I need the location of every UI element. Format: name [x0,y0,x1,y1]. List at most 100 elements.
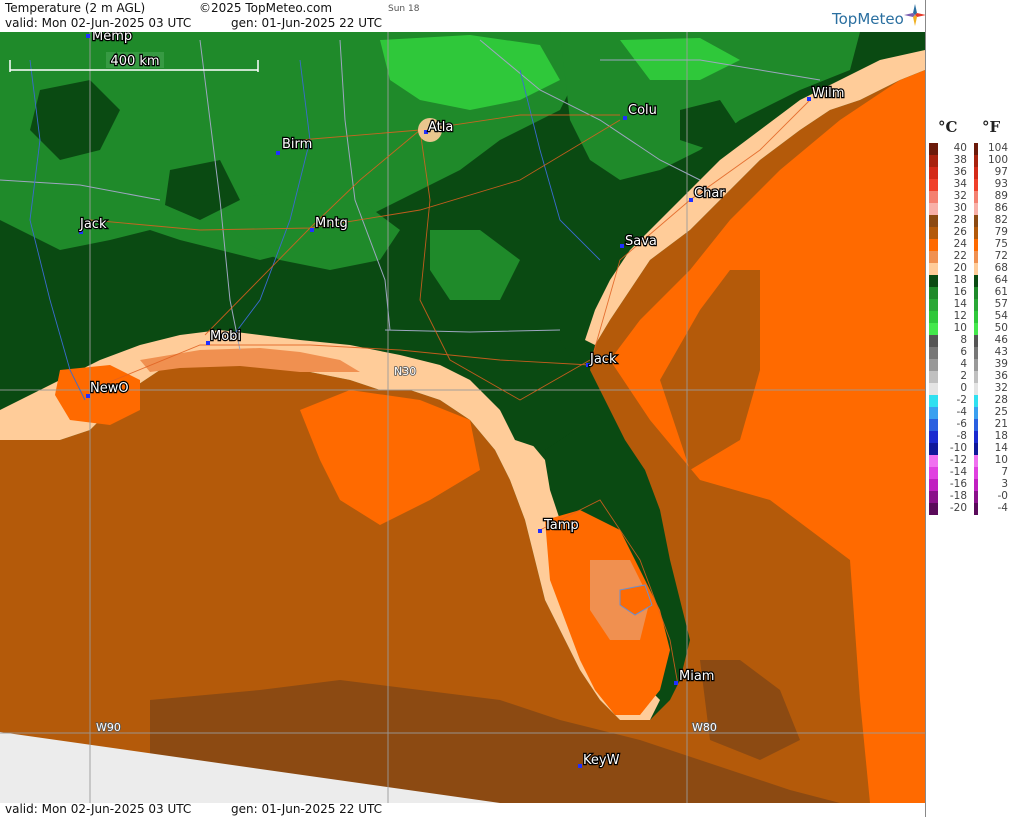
legend-swatch-f [974,251,978,263]
city-dot [620,244,624,248]
legend-celsius-value: 8 [960,334,967,346]
legend-swatch [929,455,938,467]
legend-fahrenheit-value: 72 [994,250,1008,262]
legend-swatch-f [974,299,978,311]
footer-valid-time: valid: Mon 02-Jun-2025 03 UTC [5,802,192,816]
legend-swatch [929,407,938,419]
legend-fahrenheit-value: 104 [987,142,1008,154]
city-label-miam: Miam [679,669,714,684]
legend-swatch-f [974,311,978,323]
legend-celsius-value: 18 [953,274,967,286]
temperature-map[interactable]: 400 km N30 W90 W80 Birm Atla Colu Wilm C… [0,32,925,803]
logo-text: TopMeteo [832,10,904,28]
legend-swatch [929,299,938,311]
legend-swatch-f [974,155,978,167]
legend-swatch-f [974,395,978,407]
grid-label-lon2: W80 [692,721,717,734]
grid-label-lon1: W90 [96,721,121,734]
legend-swatch-f [974,239,978,251]
city-label-sava: Sava [625,234,657,249]
legend-fahrenheit-value: -4 [997,502,1008,514]
map-header: Temperature (2 m AGL) ©2025 TopMeteo.com… [0,0,925,32]
legend-swatch-f [974,419,978,431]
legend-celsius-value: 4 [960,358,967,370]
legend-swatch [929,251,938,263]
city-dot [623,116,627,120]
legend-fahrenheit-value: 68 [994,262,1008,274]
city-dot [689,198,693,202]
city-label-birm: Birm [282,137,312,152]
legend-celsius-value: 2 [960,370,967,382]
legend-celsius-value: -4 [956,406,967,418]
city-label-wilm: Wilm [812,86,844,101]
legend-fahrenheit-value: 43 [994,346,1008,358]
legend-swatch-f [974,227,978,239]
day-label: Sun 18 [388,4,420,14]
legend-swatch-f [974,203,978,215]
city-label-colu: Colu [628,103,657,118]
legend-unit-fahrenheit: °F [982,118,1001,136]
legend-swatch [929,359,938,371]
legend-fahrenheit-value: 18 [994,430,1008,442]
legend-swatch [929,443,938,455]
generated-time: gen: 01-Jun-2025 22 UTC [231,16,383,30]
legend-celsius-value: 26 [953,226,967,238]
legend-swatch-f [974,443,978,455]
legend-celsius-value: 12 [953,310,967,322]
legend-fahrenheit-value: 50 [994,322,1008,334]
legend-celsius-value: -6 [956,418,967,430]
legend-fahrenheit-value: 14 [994,442,1008,454]
legend-swatch-f [974,491,978,503]
legend-swatch [929,179,938,191]
legend-swatch [929,431,938,443]
legend-swatch-f [974,179,978,191]
legend-swatch-f [974,263,978,275]
legend-celsius-value: 0 [960,382,967,394]
legend-fahrenheit-value: 36 [994,370,1008,382]
legend-fahrenheit-value: 39 [994,358,1008,370]
legend-fahrenheit-value: 54 [994,310,1008,322]
city-dot [310,228,314,232]
legend-fahrenheit-value: 10 [994,454,1008,466]
legend-fahrenheit-value: 32 [994,382,1008,394]
legend-celsius-value: 36 [953,166,967,178]
legend-celsius-value: 20 [953,262,967,274]
legend-swatch [929,383,938,395]
legend-swatch-f [974,323,978,335]
legend-swatch [929,395,938,407]
city-label-mobi: Mobi [210,329,241,344]
legend-celsius-value: 16 [953,286,967,298]
city-dot [538,529,542,533]
legend-row: -20 -4 [926,502,1017,515]
copyright-text: ©2025 TopMeteo.com [199,1,333,15]
city-label-keyw: KeyW [583,753,620,768]
legend-fahrenheit-value: 93 [994,178,1008,190]
legend-swatch [929,143,938,155]
scale-label: 400 km [110,54,159,69]
legend-swatch [929,203,938,215]
legend-swatch [929,311,938,323]
legend-swatch [929,239,938,251]
city-label-jack-ms: Jack [79,217,107,232]
legend-fahrenheit-value: 57 [994,298,1008,310]
legend-fahrenheit-value: 64 [994,274,1008,286]
city-label-mntg: Mntg [315,216,348,231]
legend-celsius-value: 38 [953,154,967,166]
legend-swatch [929,323,938,335]
topmeteo-logo[interactable]: TopMeteo [832,4,926,28]
legend-swatch [929,347,938,359]
legend-swatch-f [974,143,978,155]
legend-celsius-value: 30 [953,202,967,214]
legend-celsius-value: 14 [953,298,967,310]
legend-fahrenheit-value: 89 [994,190,1008,202]
city-dot [86,34,90,38]
legend-swatch [929,503,938,515]
legend-celsius-value: -18 [949,490,967,502]
city-label-char: Char [694,186,725,201]
legend-fahrenheit-value: 61 [994,286,1008,298]
legend-swatch [929,479,938,491]
legend-celsius-value: 6 [960,346,967,358]
legend-swatch-f [974,479,978,491]
legend-swatch-f [974,167,978,179]
legend-swatch [929,467,938,479]
